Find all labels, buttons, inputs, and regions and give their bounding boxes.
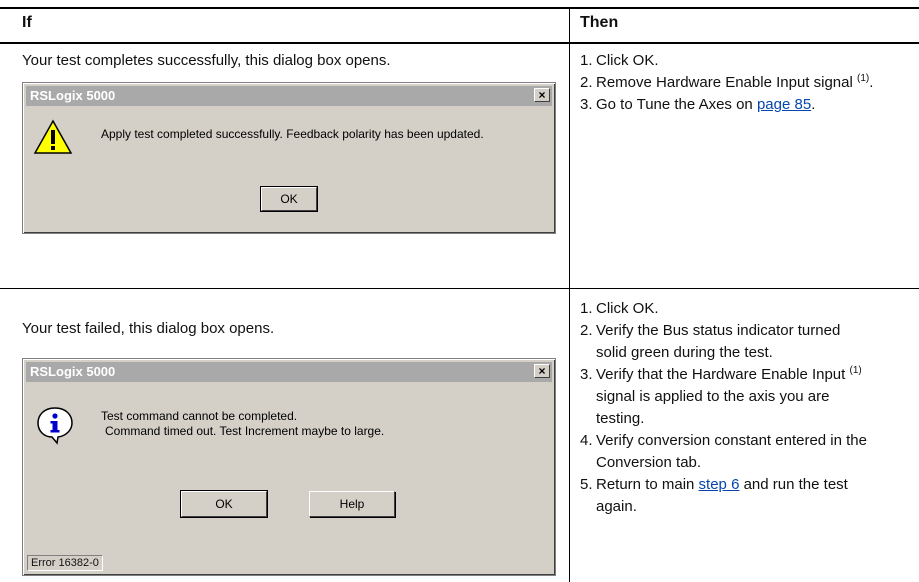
warning-triangle-icon: [33, 119, 73, 154]
page-link[interactable]: page 85: [757, 96, 811, 113]
row1-if-text: Your test completes successfully, this d…: [22, 52, 391, 69]
close-icon[interactable]: ×: [534, 364, 550, 378]
dialog-title-bar: RSLogix 5000 ×: [26, 86, 552, 106]
close-icon[interactable]: ×: [534, 88, 550, 102]
list-item: 1. Click OK.: [580, 300, 659, 317]
header-if: If: [22, 14, 32, 31]
dialog-title: RSLogix 5000: [30, 364, 116, 379]
info-icon: [37, 407, 73, 445]
dialog-message-line2: Command timed out. Test Increment maybe …: [105, 424, 385, 438]
dialog-message: Apply test completed successfully. Feedb…: [101, 127, 484, 141]
error-status: Error 16382-0: [27, 555, 103, 571]
row1-steps: 1. Click OK. 2. Remove Hardware Enable Inp…: [580, 50, 910, 116]
dialog-title-bar: RSLogix 5000 ×: [26, 362, 552, 382]
list-item: 3. Go to Tune the Axes on page 85.: [580, 96, 816, 113]
list-item: 4. Verify conversion constant entered in …: [580, 432, 867, 471]
ok-button[interactable]: OK: [180, 490, 268, 518]
step-link[interactable]: step 6: [699, 476, 740, 493]
row2-steps: 1. Click OK. 2. Verify the Bus status indi…: [580, 298, 915, 518]
success-dialog: RSLogix 5000 × Apply test completed succ…: [22, 82, 556, 234]
dialog-message-line1: Test command cannot be completed.: [101, 409, 298, 423]
help-button[interactable]: Help: [309, 491, 395, 517]
row-divider: [0, 288, 919, 289]
header-then: Then: [580, 14, 619, 31]
header-bottom-rule: [0, 42, 919, 44]
ok-button[interactable]: OK: [260, 186, 318, 212]
dialog-title: RSLogix 5000: [30, 88, 116, 103]
row2-if-text: Your test failed, this dialog box opens.: [22, 320, 275, 337]
error-dialog: RSLogix 5000 × Test command cannot be co…: [22, 358, 556, 576]
list-item: 3. Verify that the Hardware Enable Input …: [580, 365, 862, 428]
column-divider: [569, 7, 570, 582]
list-item: 1. Click OK.: [580, 52, 659, 69]
list-item: 2. Verify the Bus status indicator turned…: [580, 322, 841, 361]
list-item: 2. Remove Hardware Enable Input signal (1…: [580, 73, 874, 92]
table-top-rule: [0, 7, 919, 9]
list-item: 5. Return to main step 6 and run the test…: [580, 476, 848, 515]
